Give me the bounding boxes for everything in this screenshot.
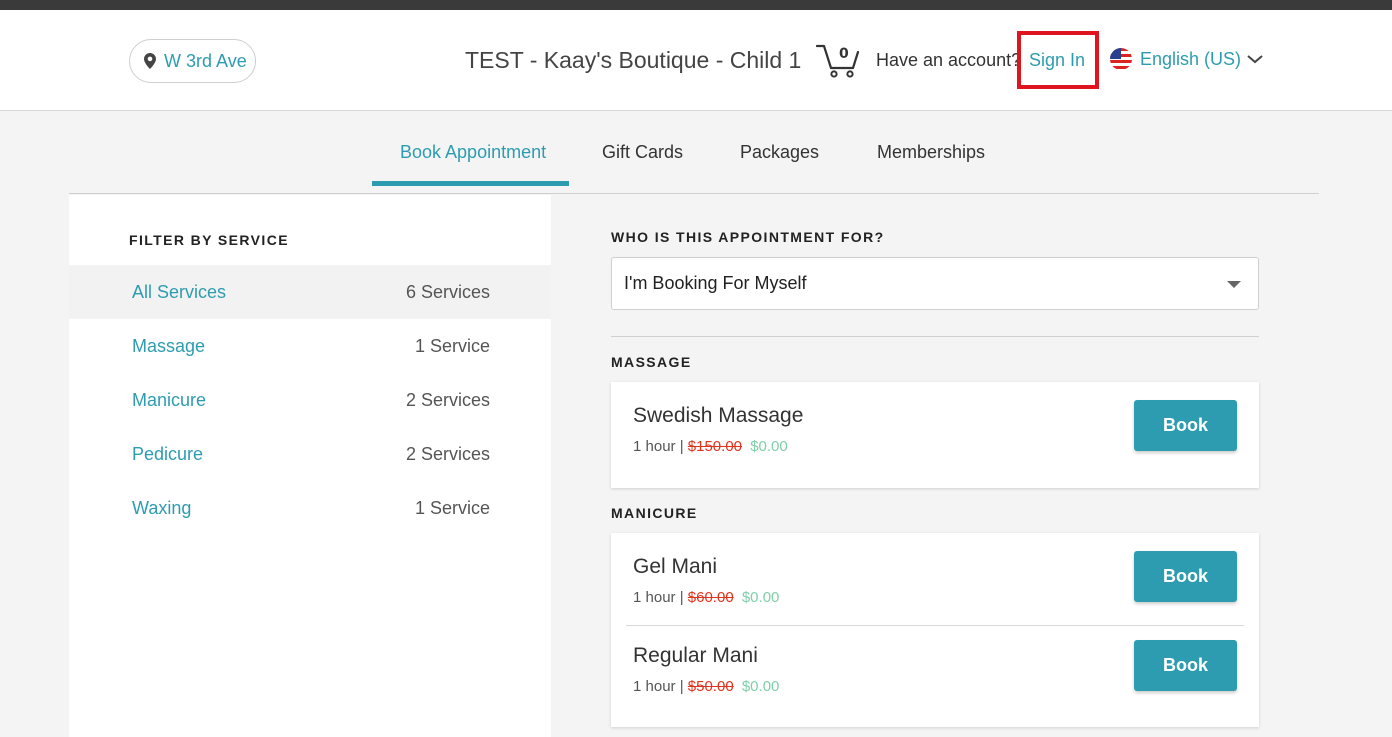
location-label: W 3rd Ave xyxy=(164,50,247,71)
tab-bar: Book Appointment Gift Cards Packages Mem… xyxy=(69,112,1319,194)
tab-packages[interactable]: Packages xyxy=(740,142,819,163)
service-name: Swedish Massage xyxy=(633,404,804,427)
filter-item-count: 1 Service xyxy=(414,497,490,518)
service-item: Regular Mani 1 hour | $50.00 $0.00 Book xyxy=(611,622,1259,711)
service-new-price: $0.00 xyxy=(750,438,788,455)
tab-gift-cards[interactable]: Gift Cards xyxy=(602,142,683,163)
filter-item-label: Pedicure xyxy=(132,443,204,464)
filter-item-label: All Services xyxy=(132,281,227,302)
service-new-price: $0.00 xyxy=(741,678,780,695)
store-title: TEST - Kaay's Boutique - Child 1 xyxy=(465,47,802,73)
who-select-value: I'm Booking For Myself xyxy=(624,273,807,293)
service-meta: 1 hour | $150.00 $0.00 xyxy=(633,438,788,455)
header: W 3rd Ave TEST - Kaay's Boutique - Child… xyxy=(0,10,1392,111)
location-button[interactable]: W 3rd Ave xyxy=(129,39,256,83)
filter-item-label: Waxing xyxy=(132,497,192,518)
service-old-price: $60.00 xyxy=(687,589,734,606)
service-duration: 1 hour | xyxy=(633,589,684,606)
sign-in-link[interactable]: Sign In xyxy=(1029,50,1085,71)
language-selector[interactable]: English (US) xyxy=(1110,48,1263,70)
service-old-price: $50.00 xyxy=(687,678,734,695)
have-account-text: Have an account? xyxy=(876,50,1022,70)
service-item: Swedish Massage 1 hour | $150.00 $0.00 B… xyxy=(611,382,1259,471)
section-title-manicure: MANICURE xyxy=(611,505,698,521)
service-duration: 1 hour | xyxy=(633,438,684,455)
filter-item-count: 2 Services xyxy=(405,389,490,410)
service-card-manicure: Gel Mani 1 hour | $60.00 $0.00 Book Regu… xyxy=(611,533,1259,727)
top-bar xyxy=(0,0,1392,10)
cart-count: 0 xyxy=(839,46,849,62)
filter-item-count: 1 Service xyxy=(414,335,490,356)
filter-item-label: Massage xyxy=(132,335,206,356)
filter-item-pedicure[interactable]: Pedicure 2 Services xyxy=(69,427,551,481)
service-item: Gel Mani 1 hour | $60.00 $0.00 Book xyxy=(611,533,1259,622)
active-tab-indicator xyxy=(372,181,569,186)
service-name: Regular Mani xyxy=(633,644,758,667)
service-old-price: $150.00 xyxy=(687,438,743,455)
filter-item-label: Manicure xyxy=(132,389,207,410)
location-pin-icon xyxy=(144,53,156,69)
filter-item-manicure[interactable]: Manicure 2 Services xyxy=(69,373,551,427)
tab-book-appointment[interactable]: Book Appointment xyxy=(400,142,546,163)
service-duration: 1 hour | xyxy=(633,678,684,695)
filter-item-waxing[interactable]: Waxing 1 Service xyxy=(69,481,551,535)
who-label: WHO IS THIS APPOINTMENT FOR? xyxy=(611,229,885,245)
filter-item-count: 6 Services xyxy=(405,281,490,302)
book-button[interactable]: Book xyxy=(1134,400,1237,451)
filter-title: FILTER BY SERVICE xyxy=(129,232,289,248)
service-new-price: $0.00 xyxy=(741,589,780,606)
service-meta: 1 hour | $60.00 $0.00 xyxy=(633,589,779,606)
book-button[interactable]: Book xyxy=(1134,551,1237,602)
filter-item-count: 2 Services xyxy=(405,443,490,464)
service-meta: 1 hour | $50.00 $0.00 xyxy=(633,678,779,695)
section-title-massage: MASSAGE xyxy=(611,354,692,370)
us-flag-icon xyxy=(1110,48,1132,70)
service-filter-sidebar: FILTER BY SERVICE All Services 6 Service… xyxy=(69,195,551,737)
filter-item-massage[interactable]: Massage 1 Service xyxy=(69,319,551,373)
book-button[interactable]: Book xyxy=(1134,640,1237,691)
divider xyxy=(611,336,1259,337)
caret-down-icon xyxy=(1227,281,1241,288)
service-name: Gel Mani xyxy=(633,555,718,578)
cart-icon xyxy=(815,44,860,78)
cart-button[interactable]: 0 xyxy=(815,42,860,78)
tab-memberships[interactable]: Memberships xyxy=(877,142,985,163)
service-card-massage: Swedish Massage 1 hour | $150.00 $0.00 B… xyxy=(611,382,1259,488)
language-label: English (US) xyxy=(1140,48,1242,69)
who-select[interactable]: I'm Booking For Myself xyxy=(611,257,1259,310)
chevron-down-icon xyxy=(1247,55,1263,64)
filter-item-all-services[interactable]: All Services 6 Services xyxy=(69,265,551,319)
